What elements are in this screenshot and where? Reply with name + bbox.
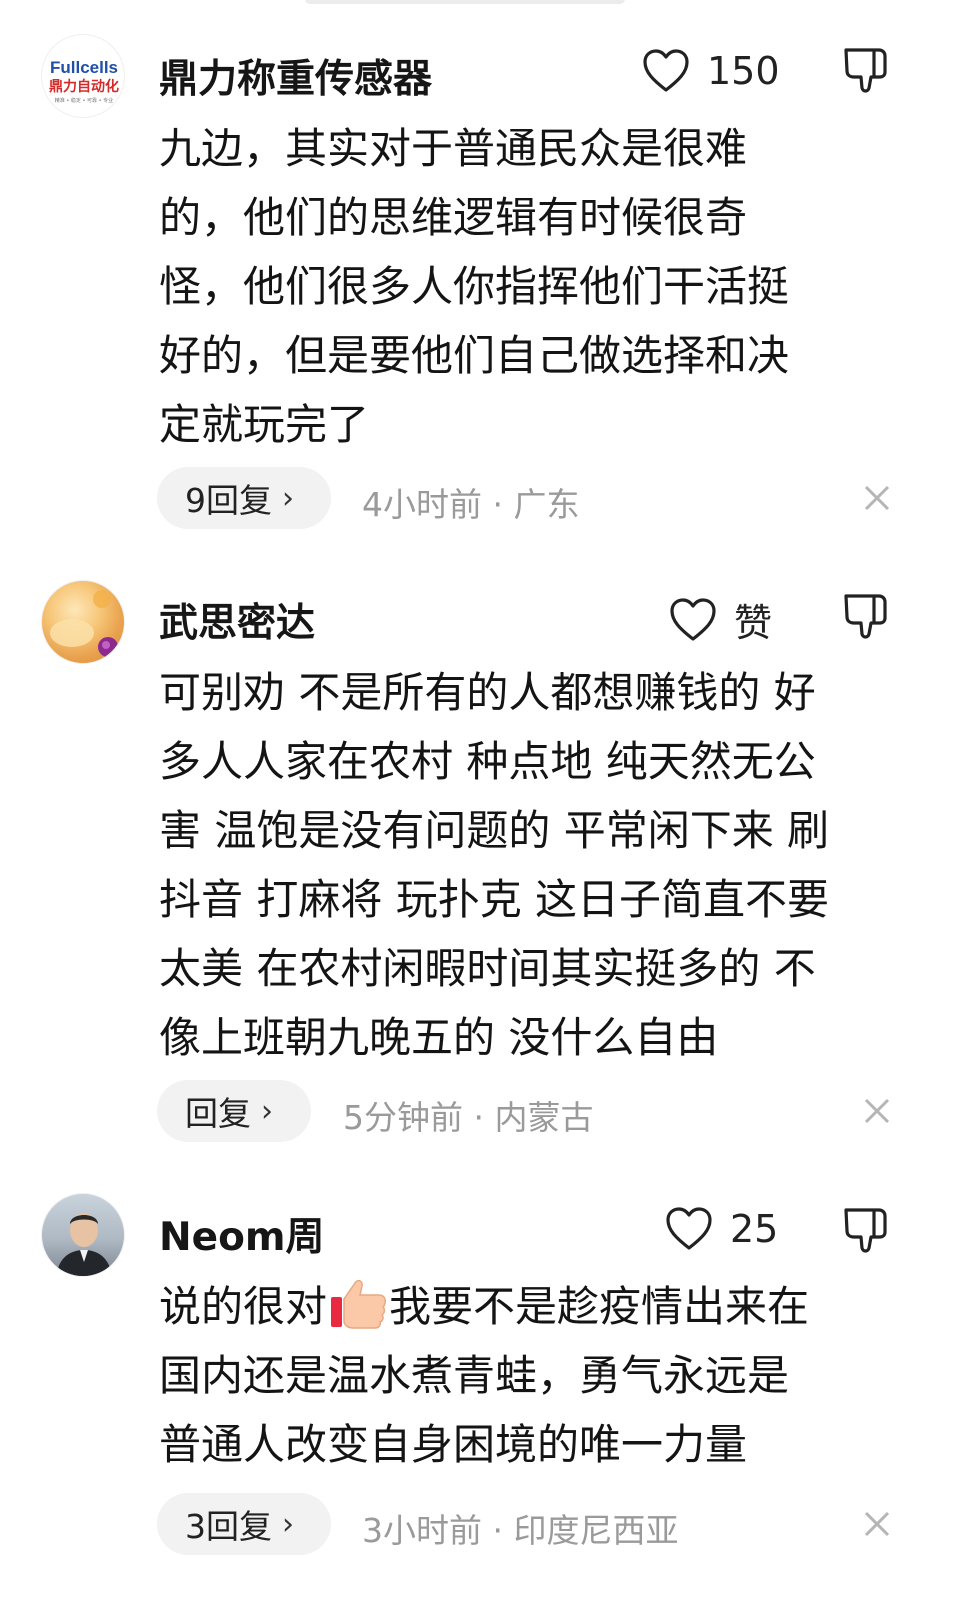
comment-line: 多人人家在农村 种点地 纯天然无公: [159, 737, 816, 786]
like-button[interactable]: 赞: [668, 592, 772, 647]
thumbs-down-icon[interactable]: [841, 590, 891, 642]
svg-text:Fullcells: Fullcells: [50, 58, 118, 77]
avatar-art: [50, 590, 118, 657]
like-count: 赞: [734, 601, 773, 645]
username[interactable]: Neom周: [159, 1206, 325, 1262]
like-button[interactable]: 25: [664, 1206, 778, 1252]
like-button[interactable]: 150: [641, 48, 780, 94]
comment-meta: 5分钟前 · 内蒙古: [343, 1098, 594, 1137]
close-icon[interactable]: [860, 481, 894, 515]
replies-label: 回复: [185, 1094, 251, 1133]
comment-line: 太美 在农村闲暇时间其实挺多的 不: [159, 944, 816, 993]
comment-line-start: 说的很对: [159, 1282, 328, 1331]
replies-label: 9回复: [185, 481, 272, 520]
comment-line: 像上班朝九晚五的 没什么自由: [159, 1013, 719, 1062]
comment-line: 说的很对 我要不是趁疫情出来在: [159, 1272, 899, 1341]
avatar[interactable]: Fullcells 鼎力自动化 精准 • 稳定 • 可靠 • 专业: [41, 34, 125, 118]
replies-button[interactable]: 回复 ›: [157, 1080, 311, 1142]
close-icon[interactable]: [860, 1507, 894, 1541]
comment-line: 好的，但是要他们自己做选择和决: [159, 331, 790, 380]
comment-line: 可别劝 不是所有的人都想赚钱的 好: [159, 668, 816, 717]
replies-label: 3回复: [185, 1507, 272, 1546]
username[interactable]: 鼎力称重传感器: [159, 48, 432, 104]
like-count: 150: [707, 49, 780, 93]
like-count: 25: [730, 1207, 779, 1251]
comment-line: 的，他们的思维逻辑有时候很奇: [159, 193, 748, 242]
heart-icon: [643, 49, 689, 92]
chevron-right-icon: ›: [282, 1506, 294, 1542]
comment-line-end: 我要不是趁疫情出来在: [389, 1282, 810, 1331]
comment-line: 定就玩完了: [159, 400, 370, 449]
chevron-right-icon: ›: [282, 480, 294, 516]
svg-text:鼎力自动化: 鼎力自动化: [49, 78, 119, 95]
replies-button[interactable]: 9回复 ›: [157, 467, 331, 529]
avatar[interactable]: [41, 1193, 125, 1277]
top-scroll-indicator: [305, 0, 625, 4]
comment-text: 九边，其实对于普通民众是很难 的，他们的思维逻辑有时候很奇 怪，他们很多人你指挥…: [159, 114, 899, 459]
username[interactable]: 武思密达: [159, 592, 315, 648]
heart-icon: [666, 1207, 712, 1250]
replies-button[interactable]: 3回复 ›: [157, 1493, 331, 1555]
avatar-photo: [56, 1213, 112, 1276]
comment-line: 害 温饱是没有问题的 平常闲下来 刷: [159, 806, 830, 855]
thumbs-down-icon[interactable]: [841, 44, 891, 96]
comment-line: 九边，其实对于普通民众是很难: [159, 124, 748, 173]
thumbs-up-emoji-icon: [331, 1279, 386, 1329]
avatar[interactable]: [41, 580, 125, 664]
chevron-right-icon: ›: [261, 1093, 273, 1129]
comment-line: 怪，他们很多人你指挥他们干活挺: [159, 262, 790, 311]
comment-meta: 3小时前 · 印度尼西亚: [362, 1511, 679, 1550]
thumbs-down-icon[interactable]: [841, 1204, 891, 1256]
comment-text: 可别劝 不是所有的人都想赚钱的 好 多人人家在农村 种点地 纯天然无公 害 温饱…: [159, 658, 899, 1072]
comment-meta: 4小时前 · 广东: [362, 485, 580, 524]
comment-text: 说的很对 我要不是趁疫情出来在 国内还是温水煮青蛙，勇气永远是 普通人改变自身困…: [159, 1272, 899, 1479]
comment-line: 抖音 打麻将 玩扑克 这日子简直不要: [159, 875, 830, 924]
fullcells-logo: Fullcells 鼎力自动化 精准 • 稳定 • 可靠 • 专业: [49, 58, 119, 104]
close-icon[interactable]: [860, 1094, 894, 1128]
svg-text:精准 • 稳定 • 可靠 • 专业: 精准 • 稳定 • 可靠 • 专业: [55, 97, 113, 104]
comment-line: 国内还是温水煮青蛙，勇气永远是: [159, 1351, 790, 1400]
comment-line: 普通人改变自身困境的唯一力量: [159, 1420, 748, 1469]
heart-icon: [670, 597, 716, 641]
